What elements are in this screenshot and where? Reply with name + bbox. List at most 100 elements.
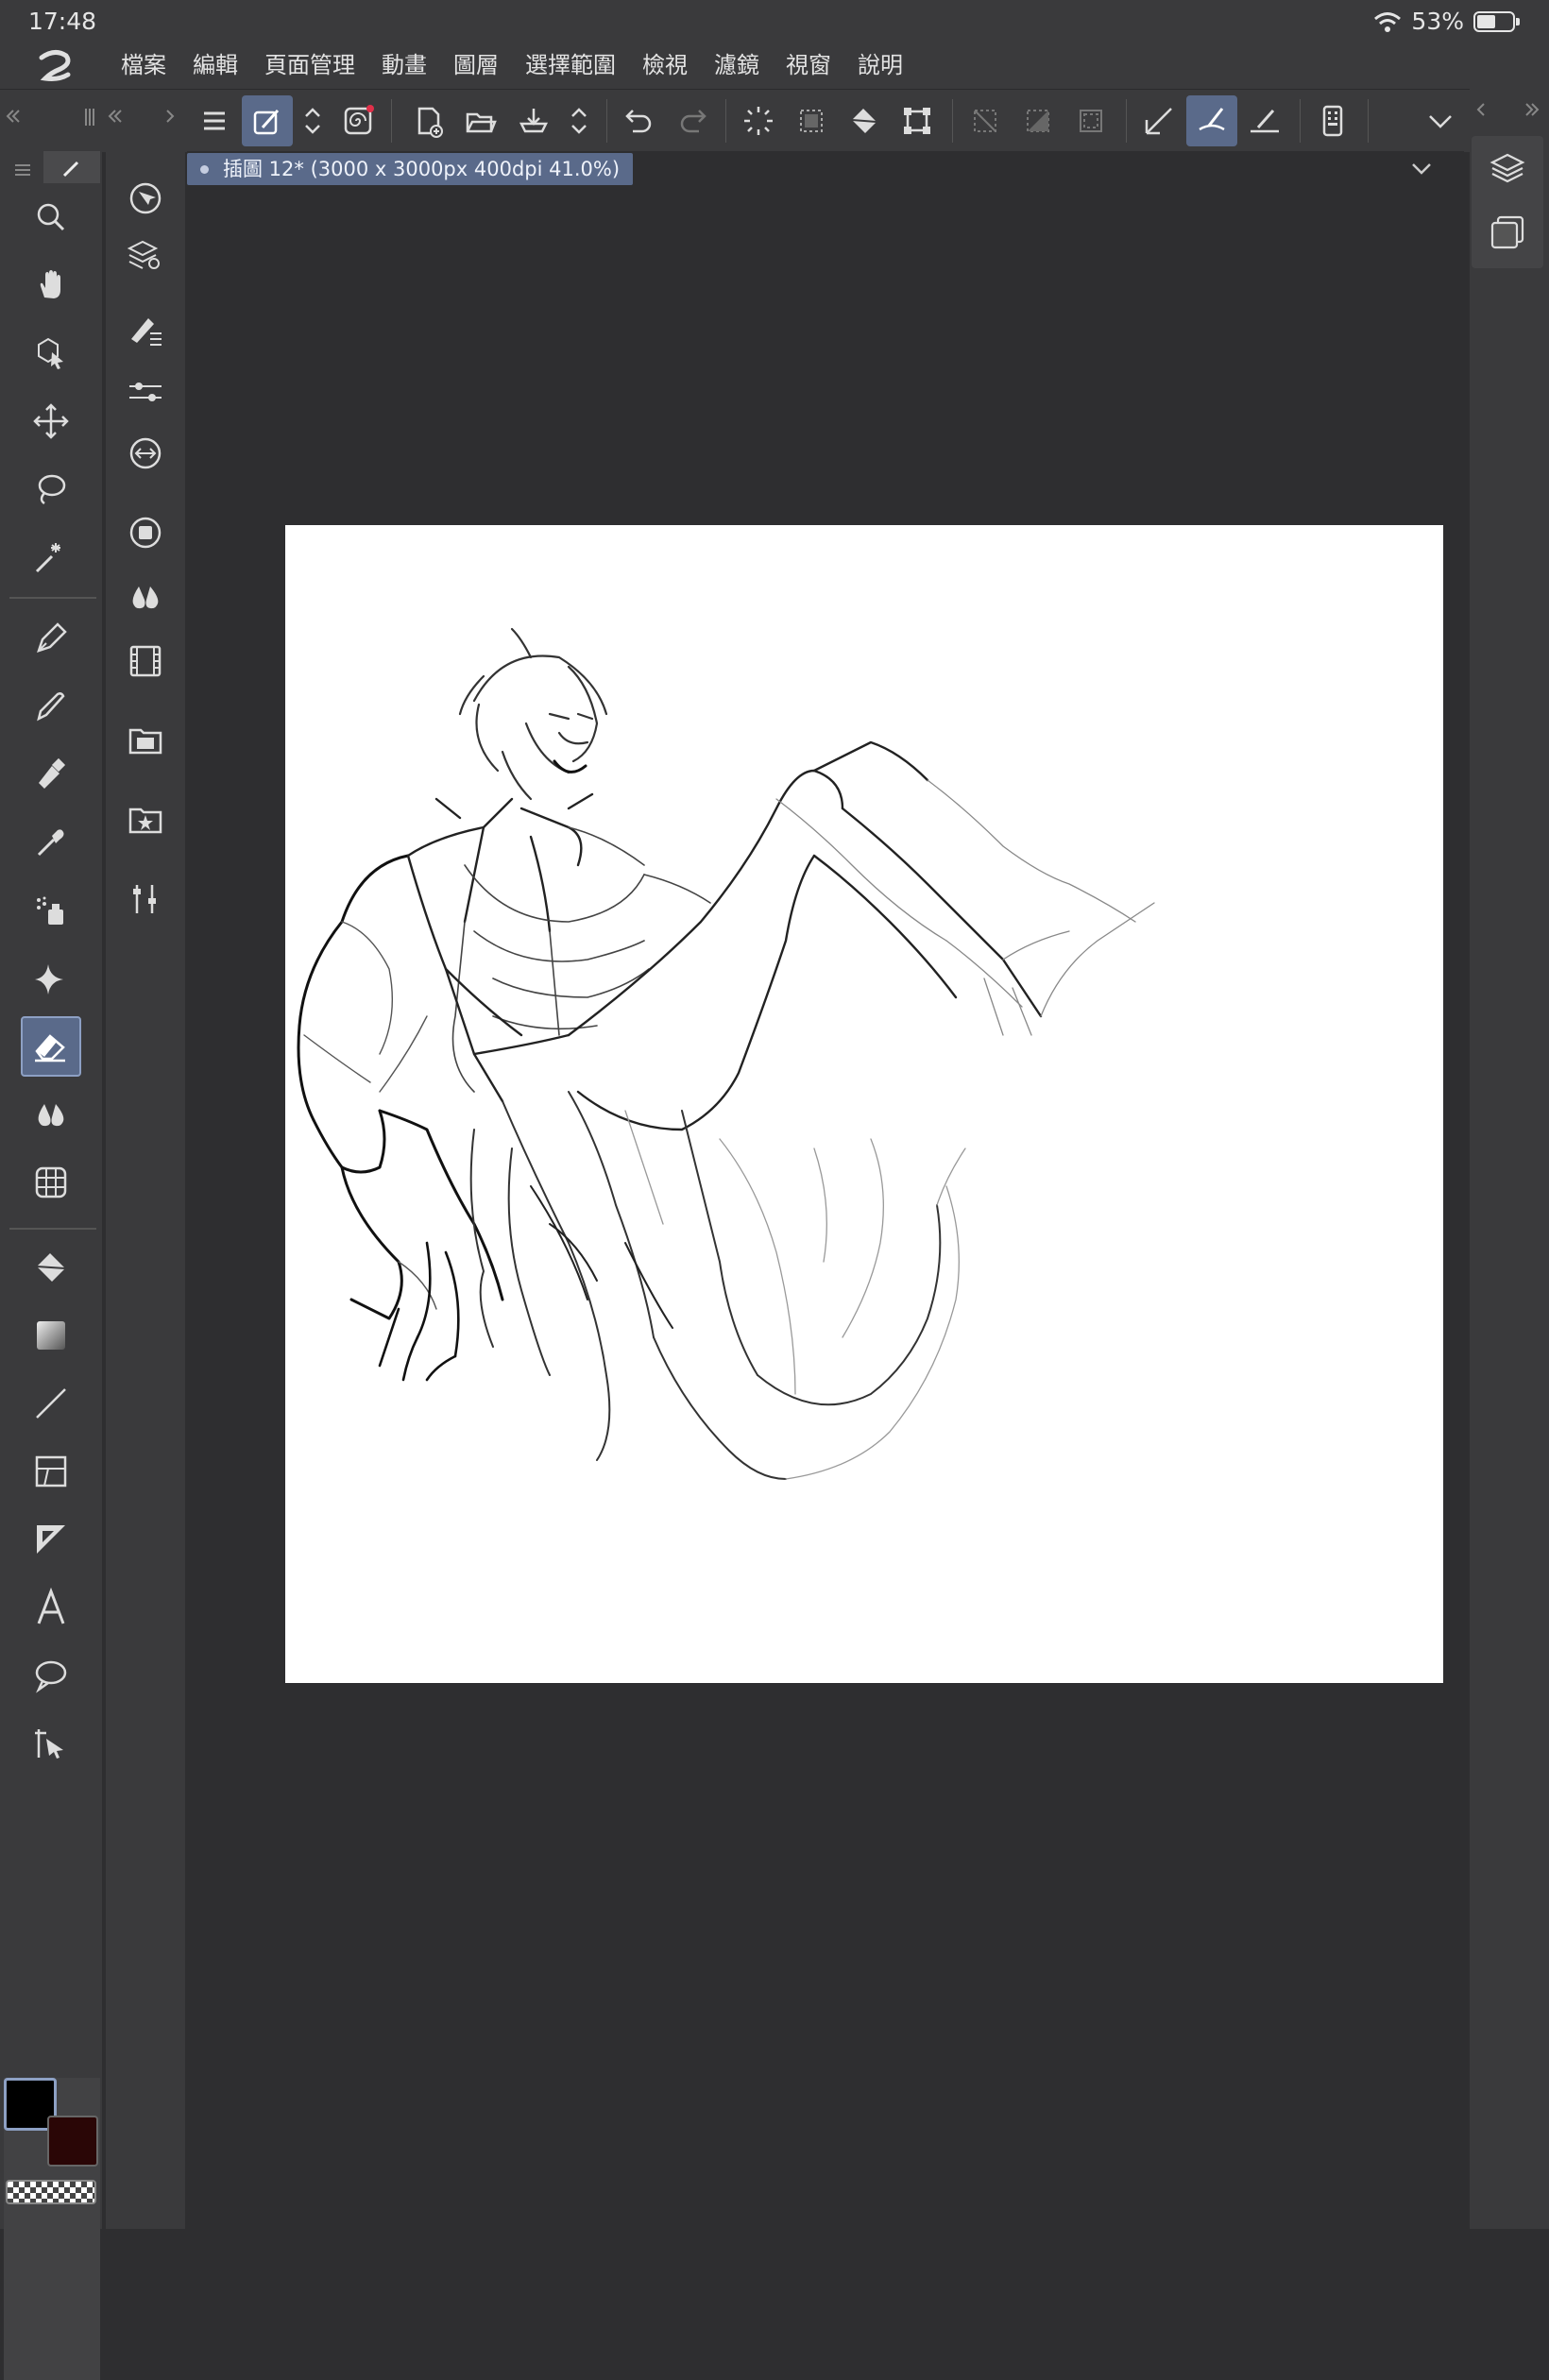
layers-icon[interactable] — [1487, 147, 1528, 189]
pen-tool[interactable] — [21, 608, 81, 669]
mode-stepper[interactable] — [289, 95, 336, 146]
airbrush-tool[interactable] — [21, 812, 81, 873]
lasso-selection-tool[interactable] — [21, 459, 81, 519]
blend-tool[interactable] — [21, 1084, 81, 1145]
correct-line-icon — [35, 1729, 63, 1759]
sub-tool-detail-button[interactable] — [119, 304, 172, 357]
ruler-snap-button[interactable] — [1133, 95, 1184, 146]
selection-border-icon — [1080, 110, 1102, 132]
color-circle-button[interactable] — [119, 506, 172, 559]
pencil-tool[interactable] — [21, 676, 81, 737]
color-mixing-button[interactable] — [119, 570, 172, 623]
fill-tool[interactable] — [21, 1237, 81, 1298]
menu-animation[interactable]: 動畫 — [368, 42, 440, 89]
selection-border-button[interactable] — [1065, 95, 1116, 146]
undo-button[interactable] — [614, 95, 665, 146]
sub-view-button[interactable] — [119, 714, 172, 767]
tool-palette-tab[interactable] — [43, 151, 100, 183]
layer-property-button[interactable] — [119, 229, 172, 281]
tool-property-button[interactable] — [119, 366, 172, 419]
menu-selection[interactable]: 選擇範圍 — [512, 42, 629, 89]
redo-button[interactable] — [667, 95, 718, 146]
special-ruler-snap-button[interactable] — [1186, 95, 1237, 146]
favorites-button[interactable] — [119, 793, 172, 846]
gradient-tool[interactable] — [21, 1305, 81, 1366]
correct-line-tool[interactable] — [21, 1713, 81, 1774]
tool-palette — [0, 151, 102, 2380]
figure-line-tool[interactable] — [21, 1373, 81, 1434]
grid-snap-button[interactable] — [1239, 95, 1290, 146]
menu-page-management[interactable]: 頁面管理 — [251, 42, 368, 89]
brush-settings-icon — [131, 318, 162, 346]
command-bar-more-button[interactable] — [1415, 95, 1466, 146]
status-indicators: 53% — [1373, 8, 1520, 35]
material-button[interactable] — [119, 427, 172, 480]
ruler-tool[interactable] — [21, 1509, 81, 1570]
water-drops-icon — [38, 1104, 64, 1127]
sparkle-tool[interactable] — [21, 948, 81, 1009]
animation-timeline-button[interactable] — [119, 635, 172, 688]
collapse-subtool-icon[interactable] — [106, 107, 125, 126]
deselect-button[interactable] — [960, 95, 1011, 146]
text-tool[interactable] — [21, 1577, 81, 1638]
decoration-tool[interactable] — [21, 880, 81, 941]
expand-subtool-icon[interactable] — [162, 107, 178, 126]
quick-access-button[interactable] — [119, 873, 172, 926]
exchange-icon — [129, 437, 162, 469]
drawing-canvas[interactable] — [285, 525, 1443, 1683]
hand-tool[interactable] — [21, 255, 81, 315]
save-button[interactable] — [508, 95, 559, 146]
status-time: 17:48 — [28, 8, 97, 35]
new-file-button[interactable] — [402, 95, 453, 146]
brush-mode-icon — [253, 110, 280, 135]
gradient-icon — [37, 1321, 65, 1350]
status-bar: 17:48 53% — [0, 0, 1549, 42]
clear-outside-selection-button[interactable] — [786, 95, 837, 146]
document-tab[interactable]: 插圖 12* (3000 x 3000px 400dpi 41.0%) — [187, 153, 634, 185]
chevron-down-icon[interactable] — [1407, 155, 1436, 183]
menu-layer[interactable]: 圖層 — [440, 42, 512, 89]
invert-selection-icon — [1027, 110, 1049, 132]
move-layer-tool[interactable] — [21, 391, 81, 451]
palette-menu-icon[interactable] — [13, 162, 32, 178]
menu-window[interactable]: 視窗 — [773, 42, 844, 89]
brush-mode-button[interactable] — [242, 95, 293, 146]
brush-tool[interactable] — [21, 744, 81, 805]
figure-grid-tool[interactable] — [21, 1152, 81, 1213]
transparent-color-swatch[interactable] — [6, 2180, 96, 2204]
open-file-button[interactable] — [455, 95, 506, 146]
canvas-area[interactable]: 插圖 12* (3000 x 3000px 400dpi 41.0%) — [187, 151, 1464, 2229]
collapse-right-icon[interactable] — [1523, 100, 1541, 119]
collapse-left-icon[interactable] — [4, 107, 23, 126]
menu-file[interactable]: 檔案 — [108, 42, 179, 89]
navigator-button[interactable] — [119, 172, 172, 225]
clear-button[interactable] — [733, 95, 784, 146]
menu-filter[interactable]: 濾鏡 — [701, 42, 773, 89]
auto-select-tool[interactable] — [21, 527, 81, 587]
menu-help[interactable]: 說明 — [844, 42, 916, 89]
pen-tab-icon — [62, 161, 79, 178]
save-options-stepper[interactable] — [555, 95, 603, 146]
menu-view[interactable]: 檢視 — [629, 42, 701, 89]
menu-edit[interactable]: 編輯 — [179, 42, 251, 89]
balloon-tool[interactable] — [21, 1645, 81, 1706]
app-logo-icon[interactable] — [26, 44, 83, 86]
object-tool[interactable] — [21, 323, 81, 383]
hamburger-menu-button[interactable] — [189, 95, 240, 146]
invert-selection-button[interactable] — [1013, 95, 1064, 146]
collapse-right-left-icon[interactable] — [1473, 100, 1489, 119]
film-icon — [129, 645, 162, 677]
save-icon — [519, 109, 549, 133]
companion-mode-button[interactable] — [332, 95, 383, 146]
transform-button[interactable] — [892, 95, 943, 146]
pencil-icon — [37, 692, 65, 722]
zoom-tool[interactable] — [21, 187, 81, 247]
fill-button[interactable] — [839, 95, 890, 146]
ruler-triangle-icon — [37, 1525, 65, 1554]
sub-color-swatch[interactable] — [47, 2116, 98, 2167]
frame-border-tool[interactable] — [21, 1441, 81, 1502]
eraser-tool[interactable] — [21, 1016, 81, 1077]
palette-handle-icon[interactable] — [83, 107, 96, 128]
edge-keyboard-button[interactable] — [1307, 95, 1358, 146]
layer-stack-icon[interactable] — [1487, 212, 1528, 253]
